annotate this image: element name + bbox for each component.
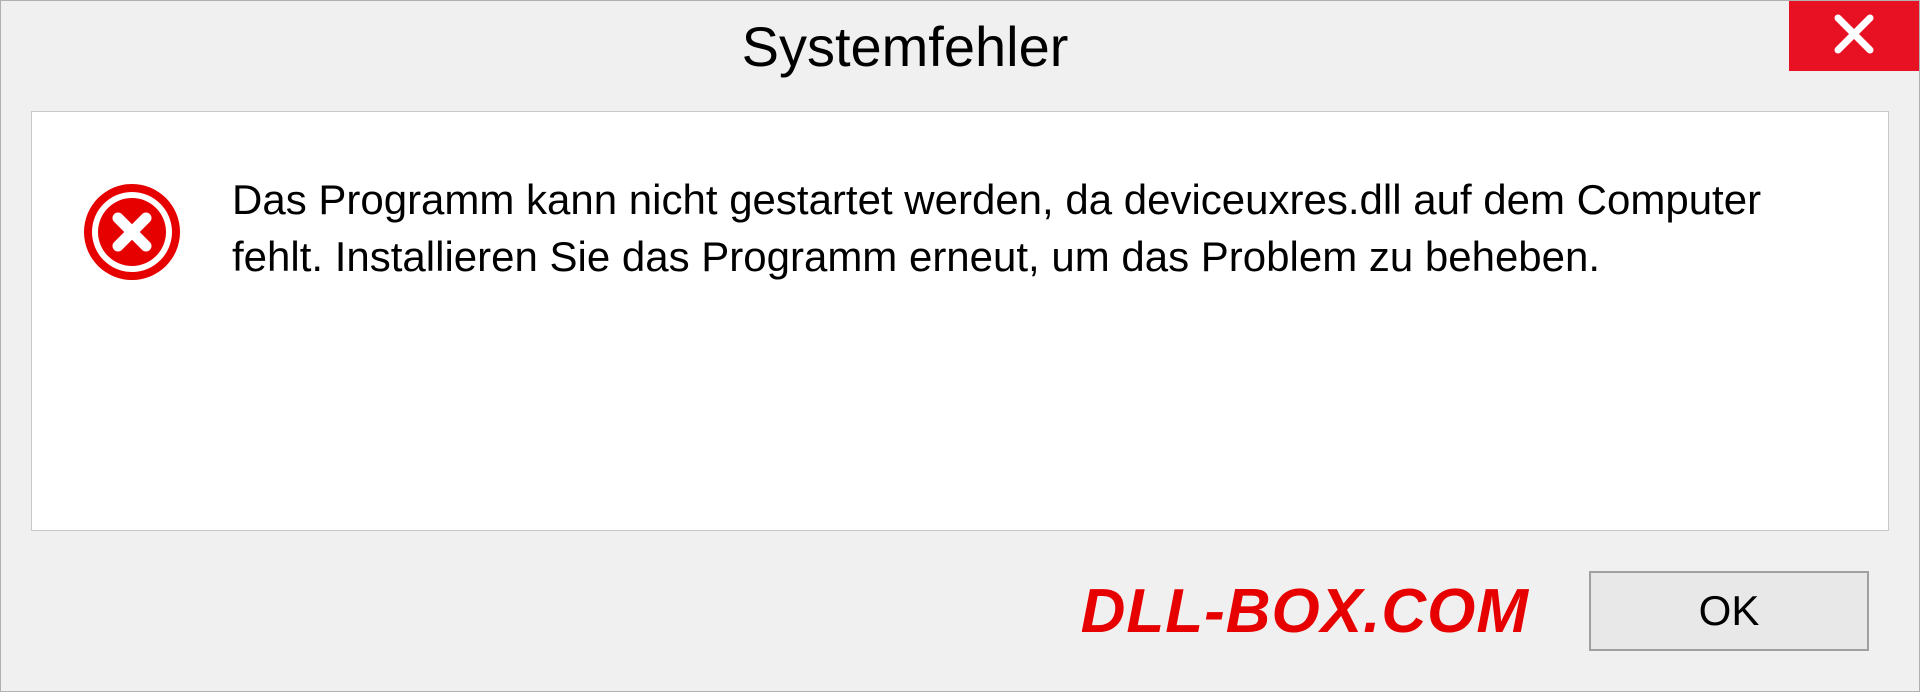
- titlebar: Systemfehler: [1, 1, 1919, 91]
- dialog-footer: DLL-BOX.COM OK: [1, 541, 1919, 691]
- close-button[interactable]: [1789, 1, 1919, 71]
- error-message: Das Programm kann nicht gestartet werden…: [232, 172, 1838, 285]
- watermark-text: DLL-BOX.COM: [1081, 576, 1529, 647]
- error-dialog: Systemfehler Das Programm kann nicht ges…: [0, 0, 1920, 692]
- ok-button[interactable]: OK: [1589, 571, 1869, 651]
- content-panel: Das Programm kann nicht gestartet werden…: [31, 111, 1889, 531]
- dialog-title: Systemfehler: [21, 14, 1789, 79]
- close-icon: [1832, 12, 1876, 61]
- error-icon: [82, 182, 182, 287]
